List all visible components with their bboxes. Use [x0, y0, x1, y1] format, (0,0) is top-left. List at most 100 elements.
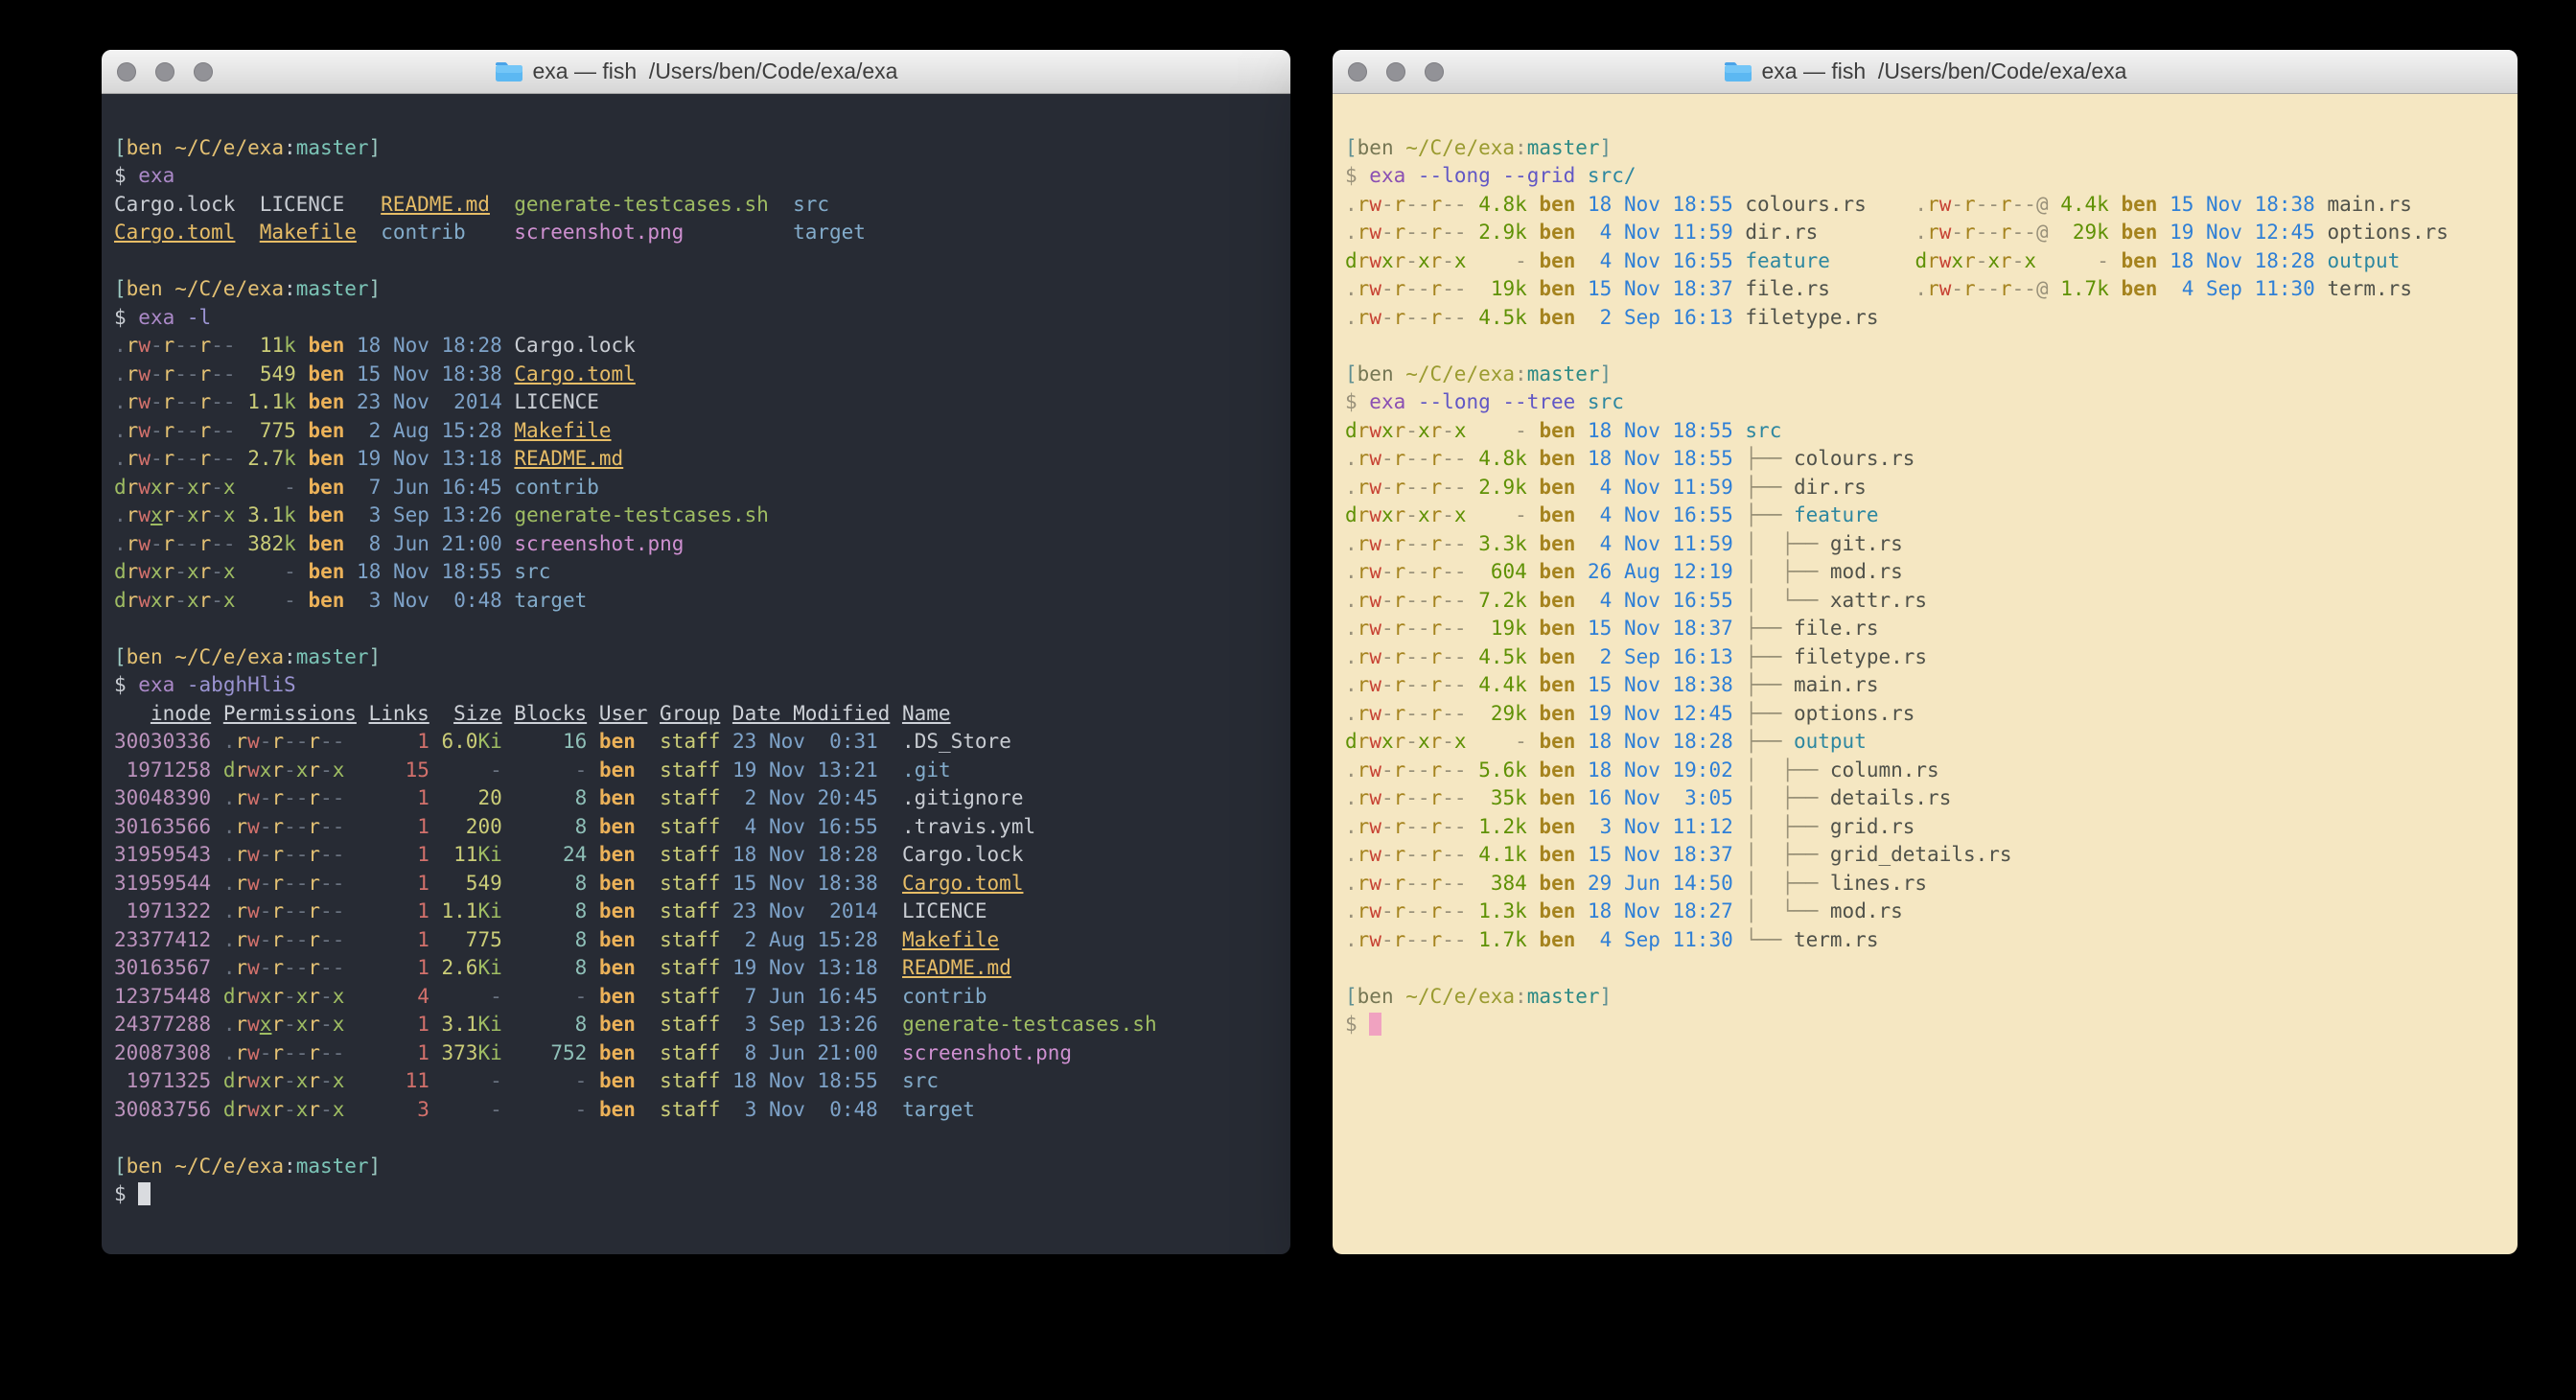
token: -: [211, 503, 223, 526]
terminal-line: .rw-r--r-- 384 ben 29 Jun 14:50 │ ├── li…: [1345, 870, 2518, 898]
title-bar[interactable]: exa — fish /Users/ben/Code/exa/exa: [1333, 50, 2518, 94]
token: 2 Sep 16:13: [1588, 645, 1733, 668]
token: w: [1369, 786, 1381, 809]
token: w: [1939, 193, 1952, 216]
token: [636, 872, 660, 895]
token: .: [1345, 532, 1358, 555]
token: [236, 476, 285, 499]
token: x: [187, 589, 199, 612]
token: [587, 899, 599, 922]
terminal-content[interactable]: [ben ~/C/e/exa:master]$ exaCargo.lock LI…: [102, 94, 1290, 1254]
token: [1733, 589, 1746, 612]
title-bar[interactable]: exa — fish /Users/ben/Code/exa/exa: [102, 50, 1290, 94]
token: Cargo.lock LICENCE: [114, 193, 381, 216]
token: [878, 1041, 902, 1064]
token: -: [1381, 815, 1394, 838]
token: r: [163, 476, 175, 499]
token: -: [260, 815, 272, 838]
token: r: [1358, 928, 1370, 951]
token: ben: [599, 1041, 636, 1064]
token: [502, 503, 515, 526]
token: -: [1381, 758, 1394, 782]
token: -: [490, 1069, 502, 1092]
terminal-line: $ exa: [114, 162, 1290, 191]
token: 3 Nov 0:48: [357, 589, 502, 612]
token: -: [1467, 249, 1527, 272]
token: staff: [660, 786, 720, 809]
token: [587, 956, 599, 979]
token: r: [1394, 730, 1406, 753]
token: [1733, 249, 1746, 272]
token: ben: [599, 786, 636, 809]
token: master: [296, 136, 369, 159]
token: [2157, 193, 2170, 216]
token: x: [333, 985, 345, 1008]
token: options.rs: [2327, 221, 2448, 244]
token: generate-testcases.sh: [514, 503, 769, 526]
token: ben: [1539, 532, 1575, 555]
token: .: [223, 815, 236, 838]
token: 4 Nov 16:55: [732, 815, 878, 838]
token: [1527, 503, 1540, 526]
token: r: [1963, 221, 1976, 244]
token: [720, 730, 732, 753]
token: 23377412: [114, 928, 211, 951]
token: -: [575, 1069, 588, 1092]
token: [211, 815, 223, 838]
token: 1.1: [442, 899, 478, 922]
minimize-button-icon[interactable]: [155, 62, 174, 82]
token: -: [260, 730, 272, 753]
token: -: [1405, 249, 1418, 272]
close-button-icon[interactable]: [117, 62, 136, 82]
token: [429, 758, 490, 782]
token: 1971258: [114, 758, 211, 782]
token: w: [138, 447, 151, 470]
close-button-icon[interactable]: [1348, 62, 1367, 82]
token: r: [1430, 645, 1443, 668]
token: ben: [308, 476, 344, 499]
token: 15 Nov 18:37: [1588, 617, 1733, 640]
terminal-line: drwxr-xr-x - ben 18 Nov 18:28 ├── output: [1345, 728, 2518, 757]
token: -: [284, 589, 296, 612]
terminal-line: [ben ~/C/e/exa:master]: [1345, 361, 2518, 389]
token: -: [1467, 730, 1527, 753]
token: r: [1430, 730, 1443, 753]
terminal-line: [1345, 332, 2518, 361]
terminal-line: [ben ~/C/e/exa:master]: [1345, 134, 2518, 163]
terminal-content[interactable]: [ben ~/C/e/exa:master]$ exa --long --gri…: [1333, 94, 2518, 1254]
token: [357, 702, 369, 725]
token: 8: [575, 956, 588, 979]
minimize-button-icon[interactable]: [1386, 62, 1405, 82]
token: [1575, 872, 1588, 895]
zoom-button-icon[interactable]: [194, 62, 213, 82]
zoom-button-icon[interactable]: [1425, 62, 1444, 82]
token: [: [114, 1155, 127, 1178]
token: .: [1345, 476, 1358, 499]
token: [: [114, 136, 127, 159]
token: [1733, 730, 1746, 753]
token: [1733, 928, 1746, 951]
token: Cargo.toml: [902, 872, 1023, 895]
token: 11: [453, 843, 477, 866]
token: dir.rs: [1745, 221, 1818, 244]
token: [587, 730, 599, 753]
token: 20: [477, 786, 501, 809]
token: r: [271, 843, 284, 866]
token: x: [260, 985, 272, 1008]
token: --tree: [1502, 390, 1575, 413]
token: ben: [1358, 985, 1394, 1008]
token: r: [127, 476, 139, 499]
token: [1733, 221, 1746, 244]
token: r: [1927, 249, 1939, 272]
token: --: [284, 1041, 308, 1064]
token: x: [260, 758, 272, 782]
token: [296, 476, 309, 499]
token: w: [1939, 249, 1952, 272]
token: master: [1527, 136, 1600, 159]
token: main.rs: [2327, 193, 2412, 216]
token: r: [271, 872, 284, 895]
token: r: [1358, 447, 1370, 470]
token: [1733, 786, 1746, 809]
token: w: [1369, 589, 1381, 612]
token: r: [1358, 843, 1370, 866]
